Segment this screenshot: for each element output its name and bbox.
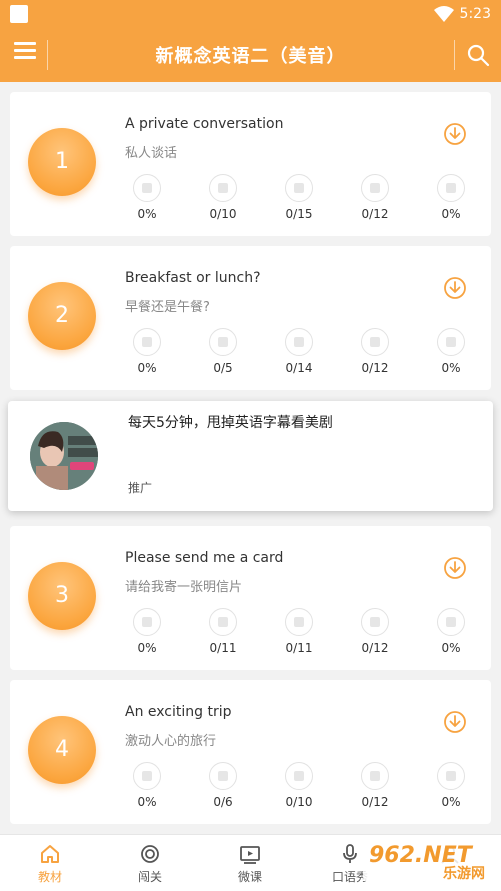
pen-icon [361,608,389,636]
stat-speaking[interactable]: 0/10 [269,762,329,809]
book-icon [133,328,161,356]
stat-video[interactable]: 0% [421,608,481,655]
stat-words[interactable]: 0/10 [193,174,253,221]
download-icon[interactable] [443,276,467,300]
tab-textbook[interactable]: 教材 [0,835,100,891]
video-icon [437,174,465,202]
page-title: 新概念英语二（美音） [155,46,346,67]
book-icon [133,762,161,790]
lesson-title-en: Breakfast or lunch? [125,270,261,286]
promo-title: 每天5分钟，甩掉英语字幕看美剧 [128,415,333,431]
lesson-number-badge: 1 [28,128,96,196]
promo-thumbnail-graphic [30,422,98,490]
stat-words[interactable]: 0/11 [193,608,253,655]
promo-thumbnail [30,422,98,490]
lesson-title-zh: 激动人心的旅行 [125,734,217,749]
stat-exercise[interactable]: 0/12 [345,608,405,655]
microphone-icon [343,844,357,863]
pen-icon [361,174,389,202]
watermark-logo: 962.NET 乐游网 [363,836,501,882]
microphone-icon [285,608,313,636]
stat-book[interactable]: 0% [117,174,177,221]
lesson-card[interactable]: 1 A private conversation 私人谈话 0% 0/10 0/… [10,92,491,236]
stat-video[interactable]: 0% [421,762,481,809]
home-icon [41,845,59,863]
stat-exercise[interactable]: 0/12 [345,762,405,809]
stat-words[interactable]: 0/5 [193,328,253,375]
lesson-title-en: Please send me a card [125,550,284,566]
svg-text:962.NET: 962.NET [369,843,474,868]
lesson-number-badge: 2 [28,282,96,350]
lesson-card[interactable]: 4 An exciting trip 激动人心的旅行 0% 0/6 0/10 0… [10,680,491,824]
lesson-list[interactable]: 1 A private conversation 私人谈话 0% 0/10 0/… [0,82,501,834]
microphone-icon [285,328,313,356]
video-icon [437,608,465,636]
divider [454,40,455,70]
wifi-icon [434,6,454,22]
search-icon[interactable] [466,43,490,67]
stat-speaking[interactable]: 0/11 [269,608,329,655]
book-icon [133,174,161,202]
words-icon [209,762,237,790]
download-icon[interactable] [443,556,467,580]
words-icon [209,328,237,356]
tab-microcourse[interactable]: 微课 [200,835,300,891]
target-icon [141,845,159,863]
svg-text:乐游网: 乐游网 [443,865,485,882]
promo-card[interactable]: 每天5分钟，甩掉英语字幕看美剧 推广 [8,401,493,511]
stat-video[interactable]: 0% [421,328,481,375]
app-bar: 新概念英语二（美音） [0,28,501,82]
status-bar: 5:23 [0,0,501,28]
stat-speaking[interactable]: 0/15 [269,174,329,221]
square-icon [10,5,28,23]
microphone-icon [285,174,313,202]
video-icon [437,762,465,790]
stat-book[interactable]: 0% [117,762,177,809]
microphone-icon [285,762,313,790]
download-icon[interactable] [443,710,467,734]
stat-exercise[interactable]: 0/12 [345,328,405,375]
pen-icon [361,328,389,356]
status-time: 5:23 [459,6,491,22]
play-icon [240,846,260,864]
lesson-title-en: An exciting trip [125,704,232,720]
stat-exercise[interactable]: 0/12 [345,174,405,221]
words-icon [209,174,237,202]
lesson-title-zh: 早餐还是午餐? [125,300,210,315]
lesson-title-en: A private conversation [125,116,284,132]
lesson-title-zh: 私人谈话 [125,146,178,161]
lesson-card[interactable]: 2 Breakfast or lunch? 早餐还是午餐? 0% 0/5 0/1… [10,246,491,390]
lesson-number-badge: 4 [28,716,96,784]
stat-book[interactable]: 0% [117,608,177,655]
tab-challenge[interactable]: 闯关 [100,835,200,891]
stat-words[interactable]: 0/6 [193,762,253,809]
lesson-title-zh: 请给我寄一张明信片 [125,580,243,595]
words-icon [209,608,237,636]
stat-speaking[interactable]: 0/14 [269,328,329,375]
book-icon [133,608,161,636]
lesson-number-badge: 3 [28,562,96,630]
download-icon[interactable] [443,122,467,146]
pen-icon [361,762,389,790]
stat-book[interactable]: 0% [117,328,177,375]
promo-tag: 推广 [128,481,153,495]
stat-video[interactable]: 0% [421,174,481,221]
lesson-card[interactable]: 3 Please send me a card 请给我寄一张明信片 0% 0/1… [10,526,491,670]
video-icon [437,328,465,356]
